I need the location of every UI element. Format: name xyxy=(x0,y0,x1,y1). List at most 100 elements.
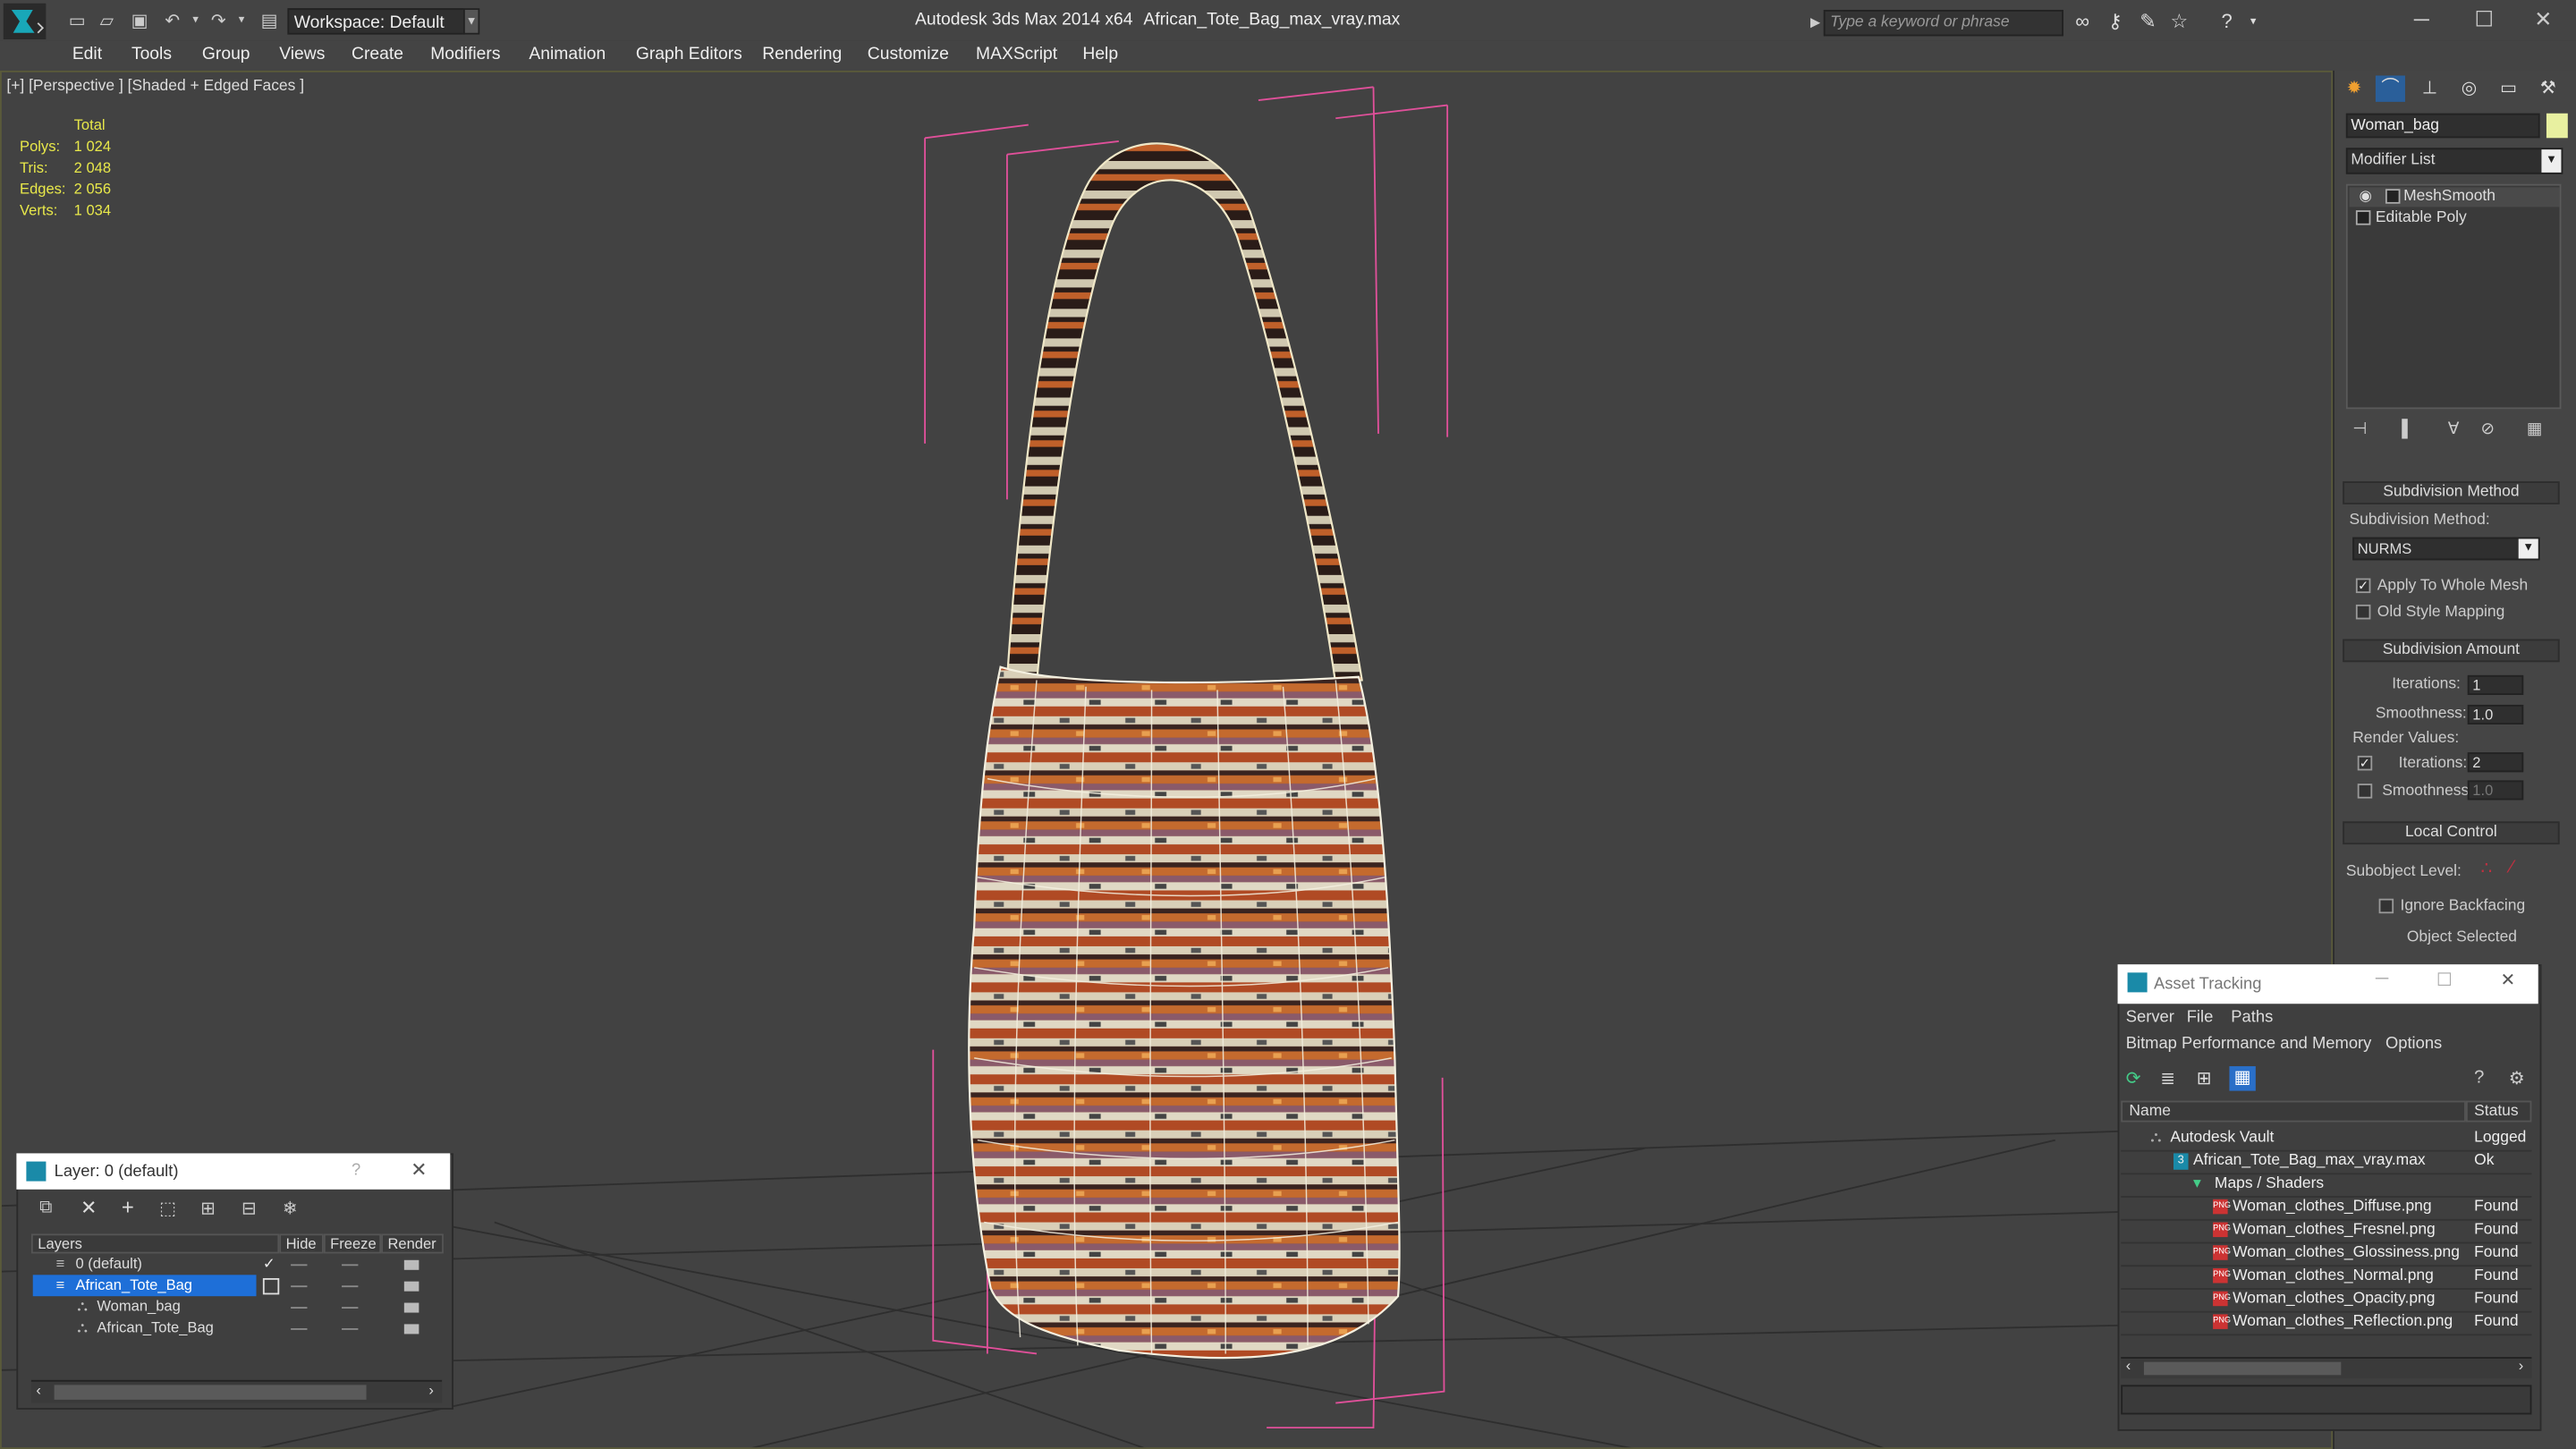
subobject-vertex-icon[interactable]: ∴ xyxy=(2480,858,2492,879)
layer-help-button[interactable]: ? xyxy=(352,1162,360,1180)
ignore-backfacing-checkbox[interactable] xyxy=(2378,898,2394,914)
stack-item-editable-poly[interactable]: Editable Poly xyxy=(2376,208,2467,226)
select-objects-icon[interactable]: ⬚ xyxy=(159,1198,176,1219)
asset-row[interactable]: PNG Woman_clothes_Fresnel.png xyxy=(2121,1219,2532,1244)
app-logo-icon[interactable] xyxy=(3,3,47,40)
chevron-down-icon[interactable]: ▼ xyxy=(2518,538,2538,559)
render-iterations-checkbox[interactable]: ✓ xyxy=(2357,755,2373,771)
menu-tools[interactable]: Tools xyxy=(131,45,172,64)
binoculars-icon[interactable]: ∞ xyxy=(2070,10,2095,35)
asset-row[interactable]: 3 African_Tote_Bag_max_vray.max xyxy=(2121,1150,2532,1175)
display-tab-icon[interactable]: ▭ xyxy=(2494,75,2523,101)
asset-row[interactable]: ⛬ Autodesk Vault xyxy=(2121,1127,2532,1152)
old-style-mapping-checkbox[interactable] xyxy=(2355,604,2371,620)
asset-menu-server[interactable]: Server xyxy=(2126,1009,2174,1027)
asset-menu-file[interactable]: File xyxy=(2187,1009,2214,1027)
menu-maxscript[interactable]: MAXScript xyxy=(976,45,1057,64)
delete-layer-icon[interactable]: ✕ xyxy=(80,1196,97,1219)
undo-dropdown-icon[interactable]: ▾ xyxy=(184,10,208,33)
help-icon[interactable]: ? xyxy=(2474,1068,2484,1088)
remove-modifier-icon[interactable]: ⊘ xyxy=(2480,420,2494,438)
redo-icon[interactable]: ↷ xyxy=(207,10,230,33)
project-folder-icon[interactable]: ▤ xyxy=(258,10,281,33)
rollout-local-control[interactable]: Local Control xyxy=(2343,821,2560,845)
undo-icon[interactable]: ↶ xyxy=(161,10,184,33)
current-layer-box[interactable] xyxy=(262,1277,280,1295)
lightbulb-icon[interactable]: ◉ xyxy=(2360,187,2372,205)
create-layer-icon[interactable]: ⧉ xyxy=(39,1198,52,1219)
rollout-subdivision-method[interactable]: Subdivision Method xyxy=(2343,481,2560,504)
rollout-subdivision-amount[interactable]: Subdivision Amount xyxy=(2343,639,2560,663)
redo-dropdown-icon[interactable]: ▾ xyxy=(230,10,253,33)
asset-row[interactable]: PNG Woman_clothes_Opacity.png xyxy=(2121,1288,2532,1313)
col-render[interactable]: Render xyxy=(381,1233,444,1254)
asset-menu-options[interactable]: Options xyxy=(2385,1035,2442,1053)
show-end-result-icon[interactable]: ▌ xyxy=(2402,420,2413,438)
apply-whole-mesh-checkbox[interactable]: ✓ xyxy=(2355,578,2371,594)
menu-views[interactable]: Views xyxy=(279,45,325,64)
list-view-icon[interactable]: ≣ xyxy=(2160,1068,2175,1089)
refresh-icon[interactable]: ⟳ xyxy=(2126,1068,2141,1089)
hide-all-icon[interactable]: ⊟ xyxy=(242,1198,257,1219)
utilities-tab-icon[interactable]: ⚒ xyxy=(2533,75,2563,101)
chevron-down-icon[interactable]: ▼ xyxy=(2541,149,2562,173)
freeze-all-icon[interactable]: ❄ xyxy=(283,1198,298,1219)
stack-item-meshsmooth[interactable]: MeshSmooth xyxy=(2403,187,2496,205)
col-layers[interactable]: Layers xyxy=(30,1233,280,1254)
menu-create[interactable]: Create xyxy=(352,45,403,64)
asset-row[interactable]: PNG Woman_clothes_Reflection.png xyxy=(2121,1311,2532,1336)
col-freeze[interactable]: Freeze xyxy=(323,1233,382,1254)
smoothness-spinner[interactable]: 1.0 xyxy=(2467,704,2524,725)
table-view-icon[interactable]: ▦ xyxy=(2229,1066,2256,1091)
col-status[interactable]: Status xyxy=(2465,1100,2532,1123)
hierarchy-tab-icon[interactable]: ⊥ xyxy=(2415,75,2445,101)
chevron-right-icon[interactable]: › xyxy=(2519,1357,2524,1373)
make-unique-icon[interactable]: ∀ xyxy=(2448,420,2460,438)
layer-hscrollbar[interactable]: ‹ › xyxy=(30,1379,443,1403)
save-file-icon[interactable]: ▣ xyxy=(128,10,151,33)
maximize-icon[interactable]: ☐ xyxy=(2436,970,2453,991)
configure-sets-icon[interactable]: ▦ xyxy=(2527,420,2542,438)
help-icon[interactable]: ? xyxy=(2215,10,2240,35)
render-iterations-spinner[interactable]: 2 xyxy=(2467,752,2524,773)
asset-row[interactable]: PNG Woman_clothes_Diffuse.png xyxy=(2121,1196,2532,1221)
expand-icon[interactable] xyxy=(2355,210,2371,225)
maximize-icon[interactable]: ☐ xyxy=(2451,5,2516,35)
create-tab-icon[interactable]: ✹ xyxy=(2340,75,2369,101)
new-file-icon[interactable]: ▭ xyxy=(65,10,89,33)
chevron-right-icon[interactable]: › xyxy=(428,1382,434,1398)
help-dropdown-icon[interactable]: ▾ xyxy=(2241,10,2266,35)
chevron-down-icon[interactable]: ▼ xyxy=(462,8,480,35)
open-file-icon[interactable]: ▱ xyxy=(96,10,119,33)
workspace-dropdown[interactable]: Workspace: Default xyxy=(287,8,465,35)
asset-row[interactable]: PNG Woman_clothes_Normal.png xyxy=(2121,1265,2532,1290)
asset-hscrollbar[interactable]: ‹ › xyxy=(2121,1357,2532,1379)
col-name[interactable]: Name xyxy=(2121,1100,2466,1123)
communication-icon[interactable]: ✎ xyxy=(2136,10,2161,35)
tree-view-icon[interactable]: ⊞ xyxy=(2197,1068,2212,1089)
expand-icon[interactable] xyxy=(2385,189,2401,204)
modify-tab-icon[interactable]: ⌒ xyxy=(2375,75,2405,102)
menu-group[interactable]: Group xyxy=(202,45,250,64)
object-name-field[interactable]: Woman_bag xyxy=(2345,113,2540,139)
menu-edit[interactable]: Edit xyxy=(72,45,102,64)
chevron-left-icon[interactable]: ‹ xyxy=(2126,1357,2131,1373)
subobject-edge-icon[interactable]: ⁄ xyxy=(2511,858,2513,877)
search-input[interactable]: Type a keyword or phrase xyxy=(1823,10,2063,37)
asset-row[interactable]: PNG Woman_clothes_Glossiness.png xyxy=(2121,1242,2532,1267)
col-hide[interactable]: Hide xyxy=(279,1233,324,1254)
key-icon[interactable]: ⚷ xyxy=(2103,10,2128,35)
add-to-layer-icon[interactable]: + xyxy=(122,1194,134,1219)
bag-strap[interactable] xyxy=(1005,142,1363,685)
iterations-spinner[interactable]: 1 xyxy=(2467,674,2524,695)
search-expand-icon[interactable]: ▶ xyxy=(1807,10,1823,36)
highlight-layer-icon[interactable]: ⊞ xyxy=(200,1198,216,1219)
bag-body[interactable] xyxy=(968,665,1401,1360)
chevron-left-icon[interactable]: ‹ xyxy=(36,1382,41,1398)
modifier-list-dropdown[interactable]: Modifier List xyxy=(2345,148,2563,174)
menu-graph-editors[interactable]: Graph Editors xyxy=(636,45,742,64)
scrollbar-thumb[interactable] xyxy=(2143,1361,2342,1376)
scrollbar-thumb[interactable] xyxy=(54,1385,367,1400)
pin-stack-icon[interactable]: ⊣ xyxy=(2352,420,2367,438)
menu-modifiers[interactable]: Modifiers xyxy=(430,45,500,64)
